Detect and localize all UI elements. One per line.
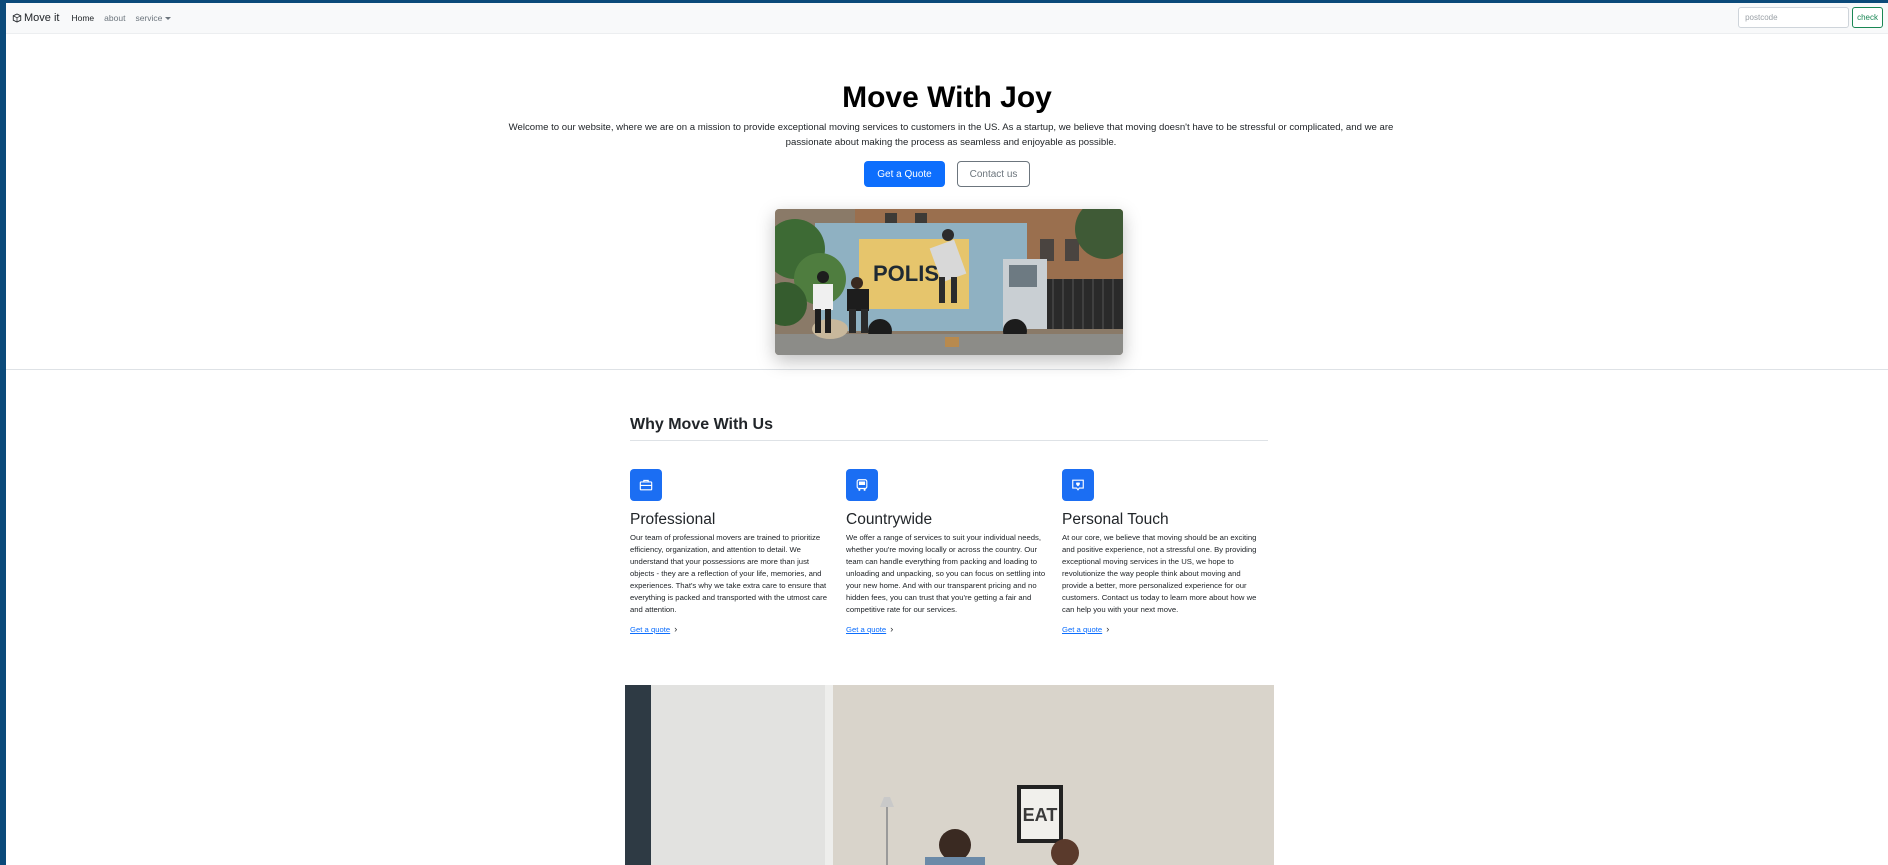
get-quote-link-label: Get a quote [630,625,671,634]
chevron-right-icon: › [1106,624,1110,634]
chevron-right-icon: › [890,624,894,634]
feature-title: Professional [630,511,716,528]
moving-people-image: EAT [625,685,1274,865]
hero-description: Welcome to our website, where we are on … [508,122,1394,148]
get-quote-link[interactable]: Get a quote › [1062,624,1109,634]
feature-text: At our core, we believe that moving shou… [1062,533,1257,614]
chevron-right-icon: › [674,624,678,634]
page: Move it Home about service check Move Wi… [6,3,1888,865]
contact-us-button[interactable]: Contact us [957,161,1030,187]
briefcase-icon [630,469,662,501]
bus-icon [846,469,878,501]
nav-about[interactable]: about [104,13,125,23]
feature-professional: Professional Our team of professional mo… [630,469,835,637]
postcode-input[interactable] [1738,7,1850,28]
get-quote-link-label: Get a quote [846,625,887,634]
hero-buttons: Get a Quote Contact us [6,161,1888,187]
eat-sign-text: EAT [1023,805,1058,825]
caret-down-icon [165,17,172,21]
nav-service-label: service [135,13,163,23]
heart-chat-icon [1062,469,1094,501]
brand[interactable]: Move it [12,12,59,24]
navbar: Move it Home about service check [6,3,1888,34]
get-quote-link[interactable]: Get a quote › [846,624,893,634]
feature-countrywide: Countrywide We offer a range of services… [846,469,1051,637]
get-quote-link[interactable]: Get a quote › [630,624,677,634]
hero-section: Move With Joy Welcome to our website, wh… [6,34,1888,370]
check-button[interactable]: check [1852,7,1883,28]
nav-home[interactable]: Home [71,13,94,23]
feature-text: Our team of professional movers are trai… [630,533,827,614]
brand-label: Move it [24,12,60,24]
hero-truck-image: POLIS [775,209,1123,355]
postcode-form: check [1738,7,1883,28]
get-quote-link-label: Get a quote [1062,625,1103,634]
svg-text:POLIS: POLIS [873,261,939,286]
get-quote-button[interactable]: Get a Quote [864,161,945,187]
why-title: Why Move With Us [630,416,1268,441]
feature-title: Personal Touch [1062,511,1169,528]
feature-title: Countrywide [846,511,933,528]
hero-title: Move With Joy [842,81,1052,114]
feature-personal-touch: Personal Touch At our core, we believe t… [1062,469,1267,637]
nav-service-dropdown[interactable]: service [135,13,172,23]
box-icon [12,13,22,23]
feature-text: We offer a range of services to suit you… [846,533,1046,614]
